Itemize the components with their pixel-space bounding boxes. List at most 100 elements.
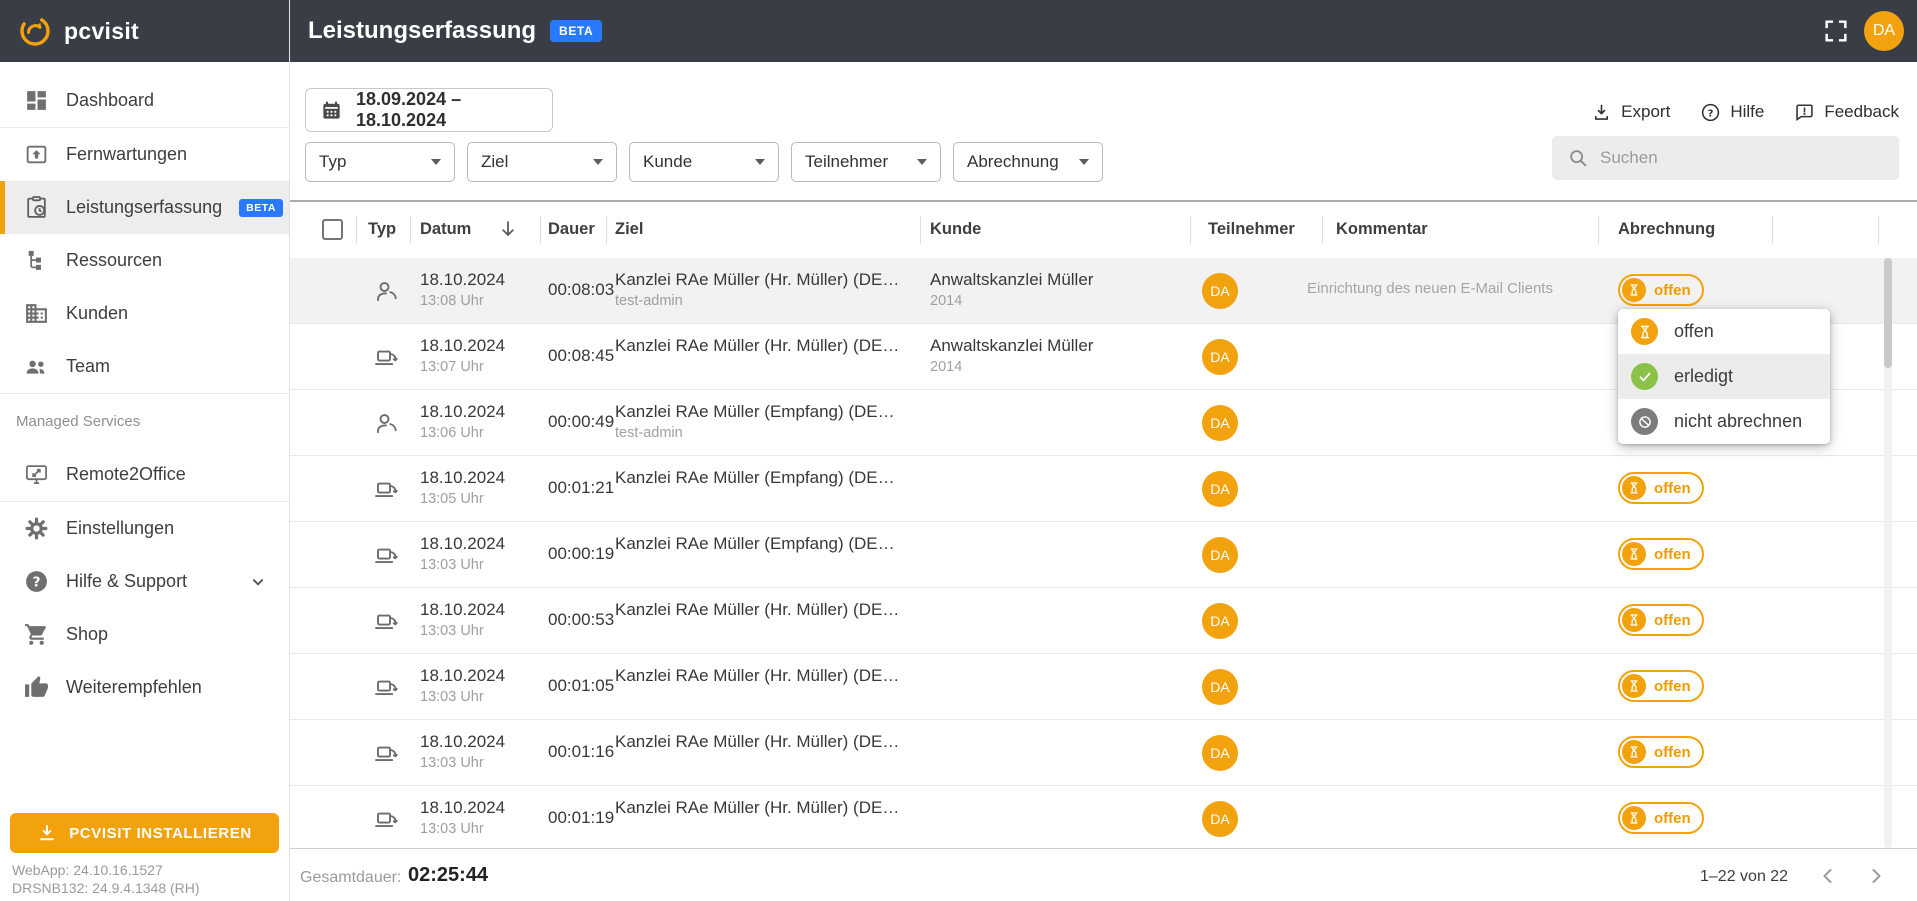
filter-typ[interactable]: Typ xyxy=(305,142,455,182)
sidebar-item-leistungserfassung[interactable]: Leistungserfassung BETA xyxy=(0,181,289,234)
col-header-dauer[interactable]: Dauer xyxy=(548,220,595,239)
row-date-cell: 18.10.2024 13:05 Uhr xyxy=(420,467,505,509)
row-time: 13:03 Uhr xyxy=(420,687,505,707)
table-row[interactable]: 18.10.2024 13:03 Uhr 00:00:53 Kanzlei RA… xyxy=(290,588,1917,654)
row-date-cell: 18.10.2024 13:03 Uhr xyxy=(420,731,505,773)
row-target: Kanzlei RAe Müller (Hr. Müller) (DE… xyxy=(615,797,915,819)
brand-name: pcvisit xyxy=(64,18,139,45)
table-scrollbar[interactable] xyxy=(1884,258,1892,848)
sidebar-item-weiterempfehlen[interactable]: Weiterempfehlen xyxy=(0,661,289,714)
row-type xyxy=(372,342,402,372)
table-row[interactable]: 18.10.2024 13:05 Uhr 00:01:21 Kanzlei RA… xyxy=(290,456,1917,522)
install-button-label: PCVISIT INSTALLIEREN xyxy=(69,825,252,842)
col-header-teilnehmer[interactable]: Teilnehmer xyxy=(1208,220,1295,239)
download-icon xyxy=(37,823,57,843)
row-type xyxy=(372,606,402,636)
col-header-datum[interactable]: Datum xyxy=(420,220,471,239)
chevron-down-icon[interactable] xyxy=(247,571,269,593)
status-badge[interactable]: offen xyxy=(1618,604,1704,636)
sidebar-item-shop[interactable]: Shop xyxy=(0,608,289,661)
sidebar-item-label: Team xyxy=(66,356,110,377)
col-header-kommentar[interactable]: Kommentar xyxy=(1336,220,1428,239)
sidebar-item-einstellungen[interactable]: Einstellungen xyxy=(0,502,289,555)
col-header-ziel[interactable]: Ziel xyxy=(615,220,643,239)
row-target-sub: test-admin xyxy=(615,423,915,443)
select-all-checkbox[interactable] xyxy=(322,219,343,240)
status-badge[interactable]: offen xyxy=(1618,670,1704,702)
calendar-icon xyxy=(320,99,343,122)
feedback-button[interactable]: Feedback xyxy=(1794,102,1899,123)
sidebar-item-team[interactable]: Team xyxy=(0,340,289,393)
status-badge[interactable]: offen xyxy=(1618,736,1704,768)
row-billing-cell: offen xyxy=(1618,274,1704,306)
pagination-next-icon[interactable] xyxy=(1864,864,1888,888)
sidebar-item-dashboard[interactable]: Dashboard xyxy=(0,74,289,127)
row-target-cell: Kanzlei RAe Müller (Empfang) (DE… xyxy=(615,467,915,489)
divider xyxy=(920,216,921,244)
sidebar-item-hilfe-support[interactable]: ? Hilfe & Support xyxy=(0,555,289,608)
row-target: Kanzlei RAe Müller (Empfang) (DE… xyxy=(615,467,915,489)
divider xyxy=(1878,216,1879,244)
row-billing-cell: offen xyxy=(1618,604,1704,636)
hourglass-icon xyxy=(1622,278,1646,302)
divider xyxy=(1322,216,1323,244)
sidebar-item-label: Ressourcen xyxy=(66,250,162,271)
menu-item-erledigt[interactable]: erledigt xyxy=(1618,354,1830,399)
menu-item-offen[interactable]: offen xyxy=(1618,309,1830,354)
row-date: 18.10.2024 xyxy=(420,401,505,423)
chevron-down-icon xyxy=(755,159,765,165)
pagination-range: 1–22 von 22 xyxy=(1700,868,1788,886)
row-participant-cell: DA xyxy=(1202,669,1238,705)
filter-abrechnung[interactable]: Abrechnung xyxy=(953,142,1103,182)
row-target: Kanzlei RAe Müller (Hr. Müller) (DE… xyxy=(615,731,915,753)
sidebar: pcvisit Dashboard Fernwartungen Leistung… xyxy=(0,0,290,901)
row-time: 13:03 Uhr xyxy=(420,621,505,641)
date-range-picker[interactable]: 18.09.2024 – 18.10.2024 xyxy=(305,88,553,132)
row-date: 18.10.2024 xyxy=(420,533,505,555)
fullscreen-icon[interactable] xyxy=(1822,17,1850,45)
row-target-sub: test-admin xyxy=(615,291,915,311)
row-duration: 00:00:19 xyxy=(548,544,614,564)
user-avatar[interactable]: DA xyxy=(1864,11,1904,51)
search-box[interactable] xyxy=(1552,136,1899,180)
tree-icon xyxy=(23,248,49,274)
help-button[interactable]: ? Hilfe xyxy=(1700,102,1764,123)
filter-ziel[interactable]: Ziel xyxy=(467,142,617,182)
col-header-abrechnung[interactable]: Abrechnung xyxy=(1618,220,1715,239)
sidebar-item-fernwartungen[interactable]: Fernwartungen xyxy=(0,128,289,181)
table-row[interactable]: 18.10.2024 13:03 Uhr 00:01:16 Kanzlei RA… xyxy=(290,720,1917,786)
install-pcvisit-button[interactable]: PCVISIT INSTALLIEREN xyxy=(10,813,279,853)
row-time: 13:03 Uhr xyxy=(420,753,505,773)
row-duration: 00:08:45 xyxy=(548,346,614,366)
status-badge-label: offen xyxy=(1654,678,1691,695)
row-target-cell: Kanzlei RAe Müller (Hr. Müller) (DE… tes… xyxy=(615,269,915,311)
table-row[interactable]: 18.10.2024 13:03 Uhr 00:01:05 Kanzlei RA… xyxy=(290,654,1917,720)
sidebar-item-label: Einstellungen xyxy=(66,518,174,539)
row-target-cell: Kanzlei RAe Müller (Empfang) (DE… test-a… xyxy=(615,401,915,443)
col-header-kunde[interactable]: Kunde xyxy=(930,220,981,239)
row-target-cell: Kanzlei RAe Müller (Hr. Müller) (DE… xyxy=(615,599,915,621)
sidebar-item-ressourcen[interactable]: Ressourcen xyxy=(0,234,289,287)
table-row[interactable]: 18.10.2024 13:03 Uhr 00:01:19 Kanzlei RA… xyxy=(290,786,1917,848)
dashboard-icon xyxy=(23,88,49,114)
sidebar-item-remote2office[interactable]: Remote2Office xyxy=(0,448,289,501)
table-row[interactable]: 18.10.2024 13:03 Uhr 00:00:19 Kanzlei RA… xyxy=(290,522,1917,588)
col-header-typ[interactable]: Typ xyxy=(368,220,396,239)
sidebar-item-label: Remote2Office xyxy=(66,464,186,485)
pagination-prev-icon[interactable] xyxy=(1816,864,1840,888)
export-button[interactable]: Export xyxy=(1591,102,1670,123)
sort-descending-icon[interactable] xyxy=(497,218,519,240)
status-badge[interactable]: offen xyxy=(1618,802,1704,834)
filter-kunde[interactable]: Kunde xyxy=(629,142,779,182)
status-badge[interactable]: offen xyxy=(1618,274,1704,306)
status-badge[interactable]: offen xyxy=(1618,538,1704,570)
avatar: DA xyxy=(1202,273,1238,309)
filter-teilnehmer[interactable]: Teilnehmer xyxy=(791,142,941,182)
menu-item-nicht-abrechnen[interactable]: nicht abrechnen xyxy=(1618,399,1830,444)
scrollbar-thumb[interactable] xyxy=(1884,258,1892,368)
sidebar-item-kunden[interactable]: Kunden xyxy=(0,287,289,340)
search-input[interactable] xyxy=(1600,148,1870,168)
status-badge[interactable]: offen xyxy=(1618,472,1704,504)
row-customer: Anwaltskanzlei Müller xyxy=(930,269,1190,291)
building-icon xyxy=(23,301,49,327)
